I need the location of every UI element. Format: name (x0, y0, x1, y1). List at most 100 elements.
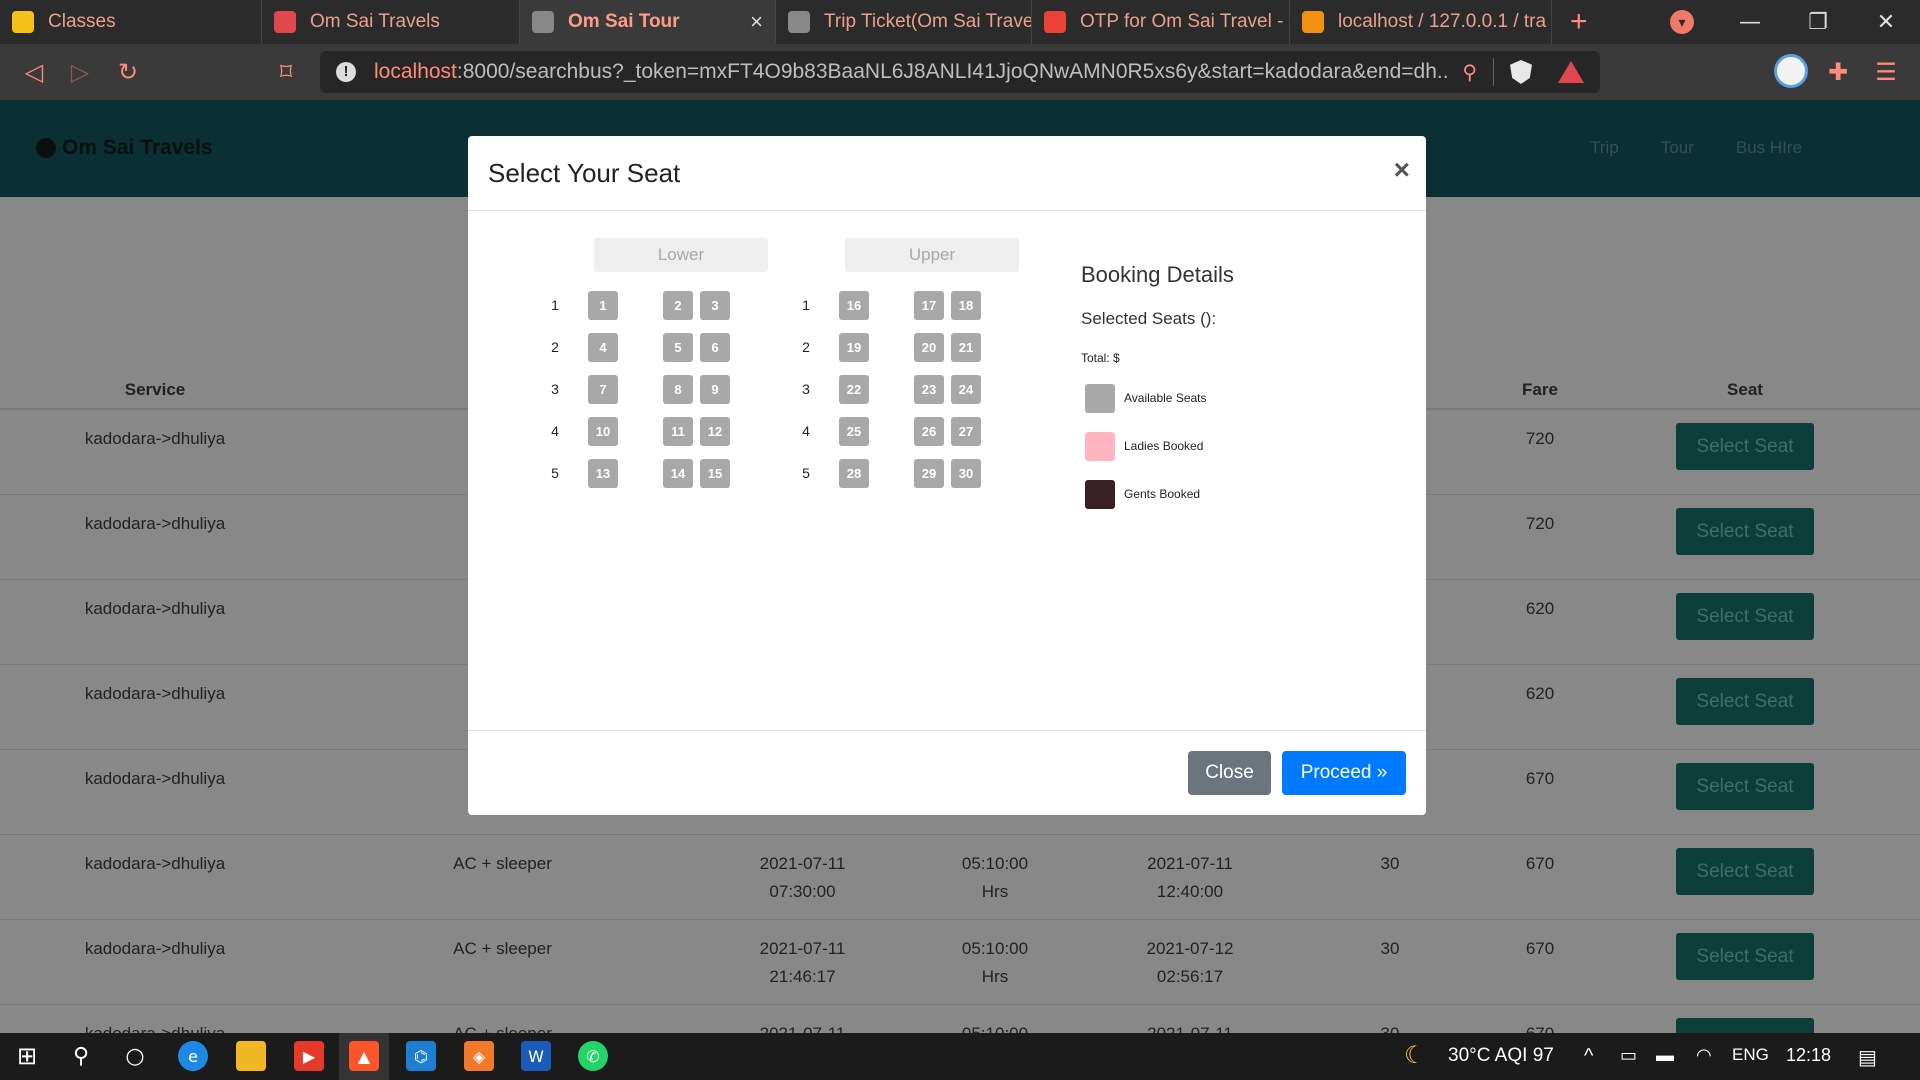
select-seat-button[interactable]: Select Seat (1676, 508, 1814, 555)
minimize-icon[interactable]: — (1716, 10, 1784, 35)
nav-link[interactable]: Tour (1661, 138, 1694, 158)
browser-tab[interactable]: localhost / 127.0.0.1 / tra (1290, 0, 1552, 44)
brave-rewards-icon[interactable] (1558, 61, 1584, 83)
select-seat-button[interactable]: Select Seat (1676, 423, 1814, 470)
seat-button[interactable]: 9 (700, 375, 730, 404)
browser-tab[interactable]: Classes (0, 0, 262, 44)
cell-service: kadodara->dhuliya (84, 514, 226, 533)
tablet-icon[interactable]: ▭ (1620, 1045, 1637, 1066)
edge-icon[interactable]: e (178, 1041, 208, 1071)
cell-duration-line1: 05:10:00 (961, 939, 1029, 958)
seat-button[interactable]: 30 (951, 459, 981, 488)
browser-tab[interactable]: Trip Ticket(Om Sai Travel) (776, 0, 1032, 44)
app-icon[interactable]: ◈ (464, 1041, 494, 1071)
tab-label: Trip Ticket(Om Sai Travel) (824, 11, 1032, 32)
cell-seats: 30 (1380, 939, 1400, 958)
site-info-icon[interactable]: ! (336, 62, 356, 82)
vscode-icon[interactable]: ⌬ (406, 1041, 436, 1071)
tab-search-icon[interactable]: ▾ (1670, 10, 1694, 34)
select-seat-button[interactable]: Select Seat (1676, 848, 1814, 895)
select-seat-button[interactable]: Select Seat (1676, 678, 1814, 725)
seat-button[interactable]: 16 (839, 291, 869, 320)
proceed-button[interactable]: Proceed » (1282, 751, 1406, 795)
row-number: 4 (551, 423, 559, 439)
seat-button[interactable]: 12 (700, 417, 730, 446)
seat-button[interactable]: 1 (588, 291, 618, 320)
seat-button[interactable]: 26 (914, 417, 944, 446)
new-tab-button[interactable]: + (1552, 0, 1606, 44)
word-icon[interactable]: W (521, 1041, 551, 1071)
select-seat-button[interactable]: Select Seat (1676, 593, 1814, 640)
browser-tab[interactable]: OTP for Om Sai Travel - y (1032, 0, 1290, 44)
media-app-icon[interactable]: ▶ (294, 1041, 324, 1071)
seat-button[interactable]: 28 (839, 459, 869, 488)
nav-link[interactable]: Trip (1590, 138, 1619, 158)
weather-text[interactable]: 30°C AQI 97 (1448, 1045, 1554, 1067)
browser-tab[interactable]: Om Sai Tour × (520, 0, 776, 44)
seat-button[interactable]: 10 (588, 417, 618, 446)
seat-button[interactable]: 27 (951, 417, 981, 446)
seat-button[interactable]: 7 (588, 375, 618, 404)
bookmark-icon[interactable]: ⌑ (270, 56, 302, 88)
seat-button[interactable]: 14 (663, 459, 693, 488)
battery-icon[interactable]: ▬ (1656, 1045, 1674, 1066)
extensions-icon[interactable]: ✚ (1822, 56, 1854, 88)
seat-button[interactable]: 18 (951, 291, 981, 320)
seat-button[interactable]: 13 (588, 459, 618, 488)
chevron-up-icon[interactable]: ^ (1584, 1045, 1593, 1068)
site-brand[interactable]: Om Sai Travels (36, 136, 213, 160)
seat-button[interactable]: 3 (700, 291, 730, 320)
select-seat-button[interactable]: Select Seat (1676, 1018, 1814, 1033)
window-controls: — ❐ ✕ (1716, 0, 1920, 44)
seat-button[interactable]: 20 (914, 333, 944, 362)
seat-button[interactable]: 2 (663, 291, 693, 320)
seat-button[interactable]: 21 (951, 333, 981, 362)
profile-avatar[interactable] (1774, 54, 1808, 88)
cell-duration-line2: Hrs (981, 882, 1009, 901)
brave-icon[interactable]: ▲ (349, 1041, 379, 1071)
task-view-icon[interactable]: ○ (120, 1041, 150, 1071)
brave-shield-icon[interactable] (1510, 60, 1532, 84)
seat-button[interactable]: 22 (839, 375, 869, 404)
tab-favicon-icon (1044, 11, 1066, 33)
close-button[interactable]: Close (1188, 751, 1271, 795)
zoom-icon[interactable]: ⚲ (1462, 60, 1477, 84)
seat-button[interactable]: 29 (914, 459, 944, 488)
globe-icon (36, 138, 56, 158)
deck-label-upper: Upper (845, 238, 1019, 272)
tab-label: localhost / 127.0.0.1 / tra (1338, 11, 1547, 32)
seat-button[interactable]: 5 (663, 333, 693, 362)
whatsapp-icon[interactable]: ✆ (578, 1041, 608, 1071)
browser-tab[interactable]: Om Sai Travels (262, 0, 520, 44)
seat-button[interactable]: 4 (588, 333, 618, 362)
start-icon[interactable]: ⊞ (12, 1041, 42, 1071)
wifi-icon[interactable]: ◠ (1696, 1045, 1712, 1066)
select-seat-button[interactable]: Select Seat (1676, 763, 1814, 810)
restore-icon[interactable]: ❐ (1784, 10, 1852, 35)
seat-button[interactable]: 8 (663, 375, 693, 404)
seat-button[interactable]: 17 (914, 291, 944, 320)
seat-button[interactable]: 19 (839, 333, 869, 362)
notifications-icon[interactable]: ▤ (1858, 1045, 1877, 1070)
seat-button[interactable]: 6 (700, 333, 730, 362)
search-icon[interactable]: ⚲ (66, 1041, 96, 1071)
reload-icon[interactable]: ↻ (112, 56, 144, 88)
file-explorer-icon[interactable] (236, 1041, 266, 1071)
close-tab-icon[interactable]: × (740, 9, 763, 35)
back-icon[interactable]: ◁ (18, 56, 50, 88)
seat-button[interactable]: 23 (914, 375, 944, 404)
seat-button[interactable]: 24 (951, 375, 981, 404)
menu-icon[interactable]: ☰ (1870, 56, 1902, 88)
seat-button[interactable]: 15 (700, 459, 730, 488)
close-window-icon[interactable]: ✕ (1852, 10, 1920, 35)
clock[interactable]: 12:18 (1786, 1045, 1831, 1066)
modal-close-icon[interactable]: × (1394, 154, 1410, 186)
address-bar[interactable]: ! localhost:8000/searchbus?_token=mxFT4O… (320, 51, 1600, 93)
forward-icon[interactable]: ▷ (64, 56, 96, 88)
seat-button[interactable]: 11 (663, 417, 693, 446)
select-seat-button[interactable]: Select Seat (1676, 933, 1814, 980)
tab-label: Om Sai Tour (568, 11, 680, 32)
language-indicator[interactable]: ENG (1732, 1045, 1769, 1065)
nav-link[interactable]: Bus HIre (1736, 138, 1802, 158)
seat-button[interactable]: 25 (839, 417, 869, 446)
